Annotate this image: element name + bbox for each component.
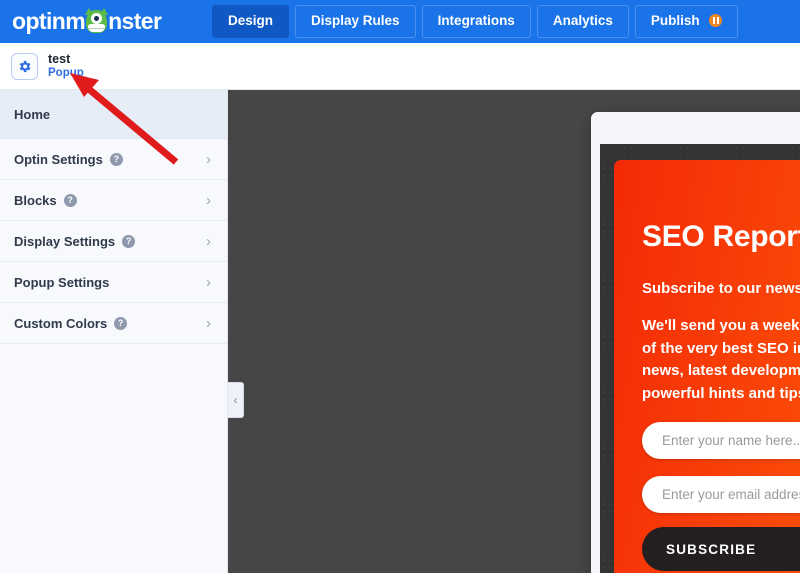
preview-page-overlay: SEO Report Subscribe to our newsletter! … (600, 144, 800, 573)
tab-display-rules[interactable]: Display Rules (295, 5, 416, 38)
chevron-right-icon: › (206, 191, 211, 209)
logo-text-prefix: optinm (12, 8, 86, 34)
sidebar-item-custom-colors-label: Custom Colors (14, 315, 108, 331)
name-input-placeholder: Enter your name here... (662, 433, 800, 448)
campaign-toolbar: test Popup + Add Blocks Yes/No Optin Suc… (0, 43, 800, 129)
chevron-right-icon: › (206, 314, 211, 332)
sidebar-item-display-settings-label: Display Settings (14, 233, 116, 249)
sidebar-item-popup-settings[interactable]: Popup Settings › (0, 262, 227, 303)
sidebar-item-home[interactable]: Home (0, 90, 227, 139)
sidebar-item-display-settings[interactable]: Display Settings ? › (0, 221, 227, 262)
optinmonster-logo[interactable]: optinm nster (0, 8, 212, 34)
campaign-type[interactable]: Popup (48, 67, 84, 80)
email-input-placeholder: Enter your email address here... (662, 487, 800, 502)
campaign-name: test (48, 52, 71, 67)
chevron-right-icon: › (206, 273, 211, 291)
popup-headline[interactable]: SEO Report (642, 220, 800, 254)
sidebar-item-optin-settings-label: Optin Settings (14, 151, 103, 167)
sidebar-item-optin-settings[interactable]: Optin Settings ? › (0, 139, 227, 180)
preview-browser-chrome (591, 112, 800, 144)
sidebar-item-blocks-label: Blocks (14, 192, 57, 208)
monster-mascot-icon (85, 8, 109, 34)
help-icon[interactable]: ? (109, 152, 123, 166)
tab-publish[interactable]: Publish (634, 5, 739, 38)
tab-integrations-label: Integrations (437, 13, 515, 29)
nav-tabs: Design Display Rules Integrations Analyt… (212, 5, 739, 38)
chevron-right-icon: › (206, 232, 211, 250)
logo-text-suffix: nster (108, 8, 162, 34)
help-icon[interactable]: ? (63, 193, 77, 207)
name-input[interactable]: Enter your name here... (642, 422, 800, 459)
tab-publish-label: Publish (650, 13, 700, 29)
pause-badge-icon (709, 14, 723, 28)
chevron-right-icon: › (206, 150, 211, 168)
tab-analytics[interactable]: Analytics (536, 5, 629, 38)
top-navigation-bar: optinm nster Design Display Rules Integr… (0, 0, 800, 43)
tab-design-label: Design (228, 13, 274, 29)
settings-sidebar: Home Optin Settings ? › Blocks ? › Displ… (0, 90, 228, 573)
email-input[interactable]: Enter your email address here... (642, 476, 800, 513)
sidebar-item-home-label: Home (14, 106, 51, 122)
sidebar-item-popup-settings-label: Popup Settings (14, 274, 110, 290)
campaign-title-block: test Popup (48, 52, 84, 80)
sidebar-item-blocks[interactable]: Blocks ? › (0, 180, 227, 221)
help-icon[interactable]: ? (114, 316, 128, 330)
tab-display-rules-label: Display Rules (311, 13, 400, 29)
tab-integrations[interactable]: Integrations (421, 5, 531, 38)
sidebar-item-custom-colors[interactable]: Custom Colors ? › (0, 303, 227, 344)
preview-canvas: ‹ SEO Report Subscribe to our newsletter… (228, 90, 800, 573)
popup-body-text[interactable]: We'll send you a weekly roundup of the v… (642, 315, 800, 405)
optinmonster-campaign-builder: optinm nster Design Display Rules Integr… (0, 0, 800, 573)
popup-subheadline[interactable]: Subscribe to our newsletter! (642, 280, 800, 297)
sidebar-collapse-handle[interactable]: ‹ (228, 382, 244, 418)
help-icon[interactable]: ? (122, 234, 136, 248)
subscribe-button-label: SUBSCRIBE (666, 541, 757, 557)
tab-analytics-label: Analytics (552, 13, 613, 29)
tab-design[interactable]: Design (212, 5, 290, 38)
optin-popup-preview[interactable]: SEO Report Subscribe to our newsletter! … (614, 160, 800, 573)
gear-icon[interactable] (11, 52, 38, 80)
subscribe-button[interactable]: SUBSCRIBE ⟶ (642, 527, 800, 571)
preview-device-frame: SEO Report Subscribe to our newsletter! … (591, 112, 800, 573)
